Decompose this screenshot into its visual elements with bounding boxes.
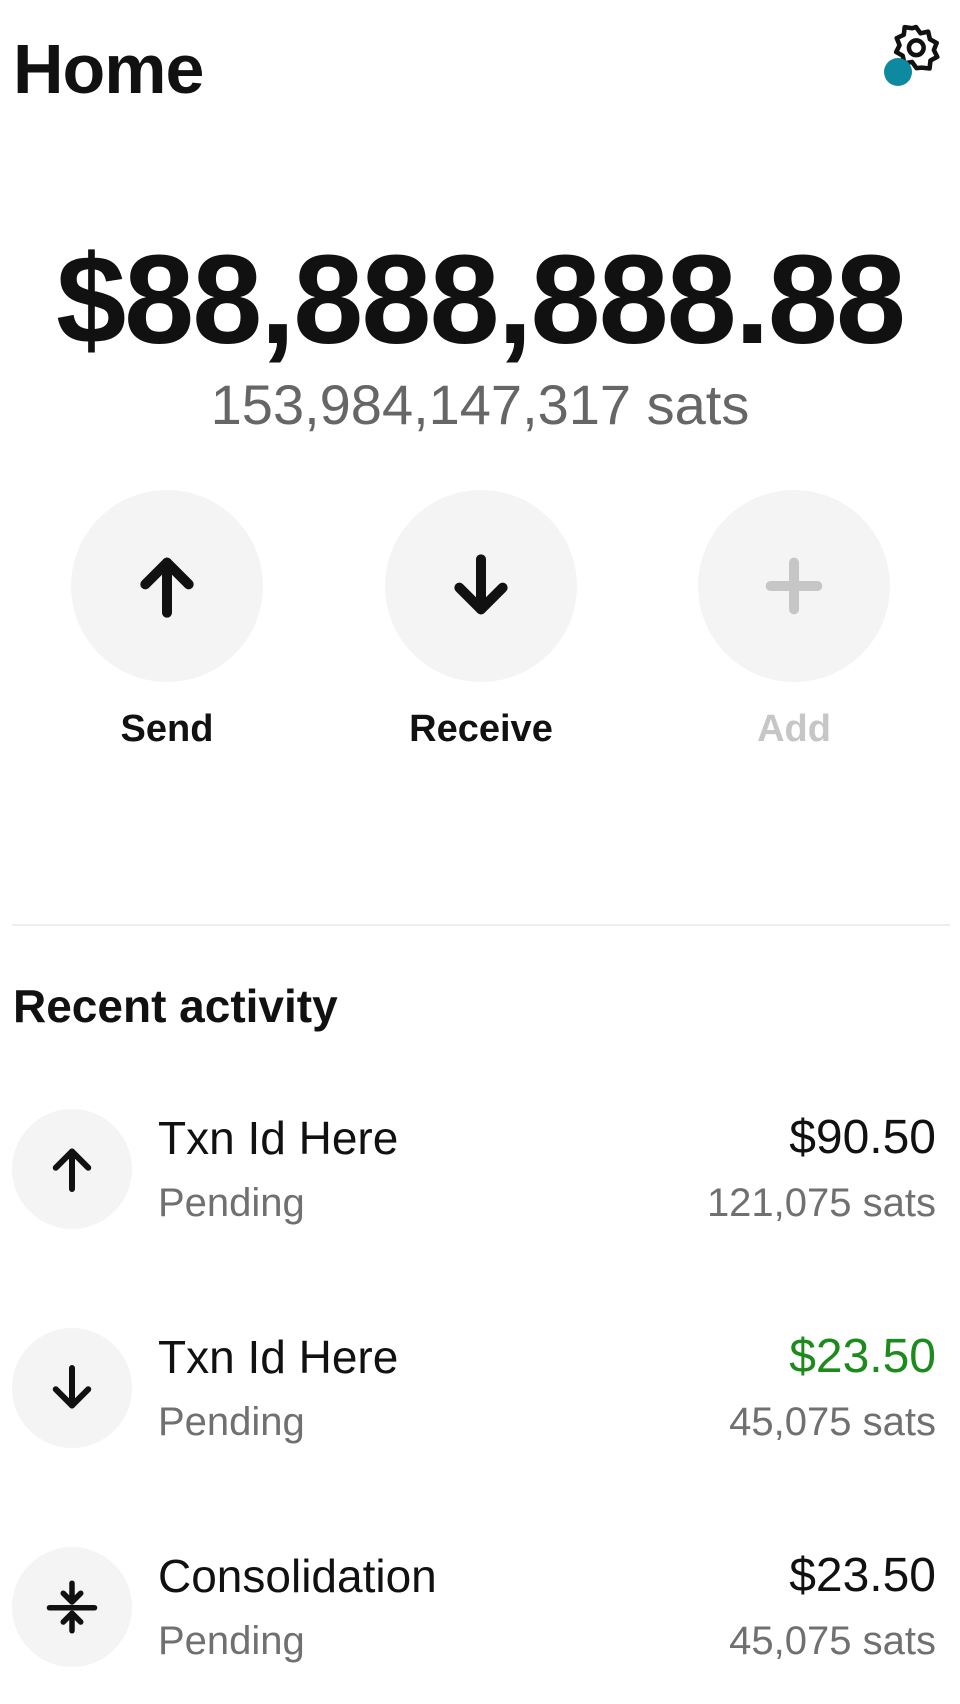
action-bar: Send Receive Add xyxy=(0,490,960,770)
tx-sats: 45,075 sats xyxy=(729,1400,936,1444)
tx-status: Pending xyxy=(158,1181,305,1225)
settings-button[interactable] xyxy=(876,20,950,94)
tx-name: Txn Id Here xyxy=(158,1112,399,1164)
tx-name: Txn Id Here xyxy=(158,1331,399,1383)
balance-fiat: $88,888,888.88 xyxy=(56,229,906,370)
receive-button-circle[interactable] xyxy=(385,490,577,682)
tx-sats: 121,075 sats xyxy=(706,1181,936,1225)
list-item[interactable]: Txn Id Here Pending $23.50 45,075 sats xyxy=(0,1319,960,1449)
receive-button[interactable]: Receive xyxy=(371,490,591,760)
send-button-circle[interactable] xyxy=(71,490,263,682)
tx-amount: $90.50 xyxy=(789,1111,936,1164)
list-item[interactable]: Consolidation Pending $23.50 45,075 sats xyxy=(0,1538,960,1668)
add-button-circle[interactable] xyxy=(698,490,890,682)
add-button[interactable]: Add xyxy=(684,490,904,760)
recent-activity-title: Recent activity xyxy=(13,980,338,1032)
balance-sats: 153,984,147,317 sats xyxy=(210,373,750,436)
tx-amount: $23.50 xyxy=(789,1330,936,1383)
send-label: Send xyxy=(120,708,214,750)
arrow-down-icon xyxy=(454,554,508,615)
list-item[interactable]: Txn Id Here Pending $90.50 121,075 sats xyxy=(0,1100,960,1230)
add-label: Add xyxy=(757,708,831,750)
status-dot xyxy=(884,58,912,86)
tx-sats: 45,075 sats xyxy=(729,1619,936,1663)
send-button[interactable]: Send xyxy=(57,490,277,760)
divider xyxy=(12,924,950,926)
header: Home xyxy=(0,0,960,140)
tx-icon-circle xyxy=(12,1109,132,1229)
arrow-up-icon xyxy=(140,557,194,618)
page-title: Home xyxy=(13,30,204,108)
arrow-down-icon xyxy=(52,1365,92,1409)
tx-status: Pending xyxy=(158,1619,305,1663)
tx-amount: $23.50 xyxy=(789,1549,936,1602)
receive-label: Receive xyxy=(409,708,553,750)
tx-icon-circle xyxy=(12,1547,132,1667)
tx-name: Consolidation xyxy=(158,1550,437,1602)
plus-icon xyxy=(765,557,823,615)
tx-icon-circle xyxy=(12,1328,132,1448)
arrow-up-icon xyxy=(52,1148,92,1192)
consolidate-icon xyxy=(46,1580,98,1634)
tx-status: Pending xyxy=(158,1400,305,1444)
